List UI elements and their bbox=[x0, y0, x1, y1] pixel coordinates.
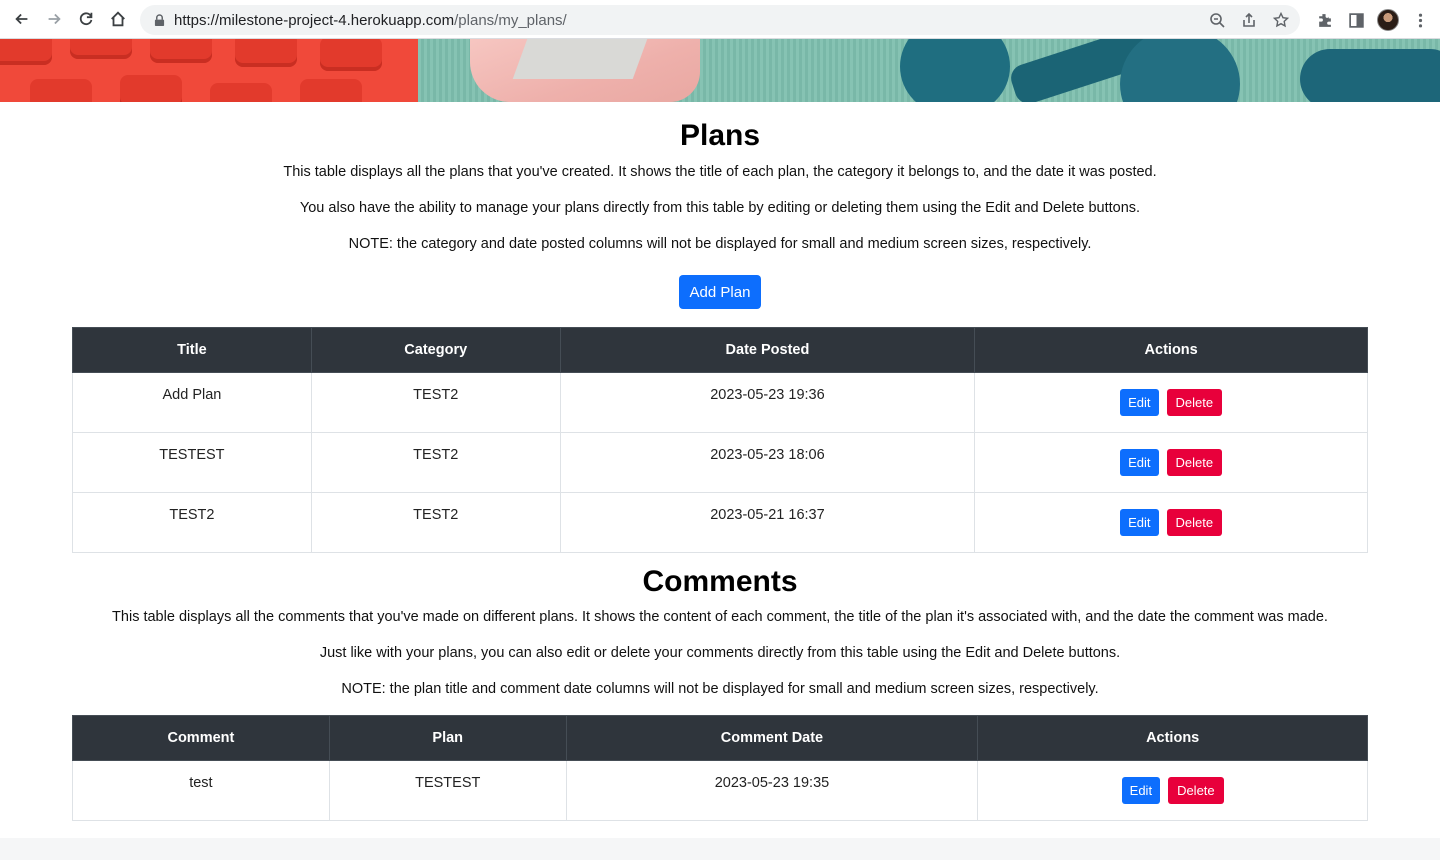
delete-comment-button[interactable]: Delete bbox=[1168, 777, 1224, 804]
plans-table-header: Title Category Date Posted Actions bbox=[72, 327, 1368, 373]
column-header-actions: Actions bbox=[977, 715, 1368, 761]
plans-screen-size-note: NOTE: the category and date posted colum… bbox=[348, 236, 1092, 252]
plan-title-cell: Add Plan bbox=[72, 372, 312, 433]
roller-bump bbox=[210, 83, 272, 102]
plan-title-cell: TESTEST bbox=[72, 432, 312, 493]
zoom-icon[interactable] bbox=[1204, 7, 1230, 33]
table-row: TESTEST TEST2 2023-05-23 18:06 Edit Delet… bbox=[72, 432, 1368, 493]
extensions-icon[interactable] bbox=[1310, 6, 1338, 34]
dumbbell-shape bbox=[1300, 49, 1440, 102]
delete-plan-button[interactable]: Delete bbox=[1166, 509, 1223, 536]
dumbbell-shape bbox=[1120, 39, 1240, 102]
plans-heading: Plans bbox=[679, 119, 761, 152]
url-text: https://milestone-project-4.herokuapp.co… bbox=[174, 12, 567, 29]
plan-date-cell: 2023-05-21 16:37 bbox=[559, 492, 976, 553]
url-host: https://milestone-project-4.herokuapp.co… bbox=[174, 11, 455, 29]
plans-table: Title Category Date Posted Actions Add P… bbox=[72, 327, 1368, 553]
edit-comment-button[interactable]: Edit bbox=[1121, 777, 1161, 804]
column-header-date-posted: Date Posted bbox=[559, 327, 976, 373]
bag-strap-shape bbox=[512, 39, 648, 79]
comments-description: This table displays all the comments tha… bbox=[112, 609, 1328, 625]
comments-manage-note: Just like with your plans, you can also … bbox=[319, 645, 1121, 661]
comment-text-cell: test bbox=[72, 760, 330, 821]
comments-table: Comment Plan Comment Date Actions test T… bbox=[72, 715, 1368, 821]
footer-strip bbox=[0, 838, 1440, 860]
plan-actions-cell: Edit Delete bbox=[974, 432, 1368, 493]
table-row: test TESTEST 2023-05-23 19:35 Edit Delete bbox=[72, 760, 1368, 821]
home-icon[interactable] bbox=[102, 3, 134, 35]
comments-screen-size-note: NOTE: the plan title and comment date co… bbox=[341, 681, 1099, 697]
dumbbell-shape bbox=[900, 39, 1010, 102]
column-header-category: Category bbox=[310, 327, 561, 373]
delete-plan-button[interactable]: Delete bbox=[1166, 449, 1223, 476]
roller-bump bbox=[300, 79, 362, 102]
browser-toolbar: https://milestone-project-4.herokuapp.co… bbox=[0, 0, 1440, 39]
comment-actions-cell: Edit Delete bbox=[977, 760, 1368, 821]
table-row: Add Plan TEST2 2023-05-23 19:36 Edit Dele… bbox=[72, 372, 1368, 433]
roller-bump bbox=[320, 39, 382, 71]
comment-plan-cell: TESTEST bbox=[328, 760, 567, 821]
plan-actions-cell: Edit Delete bbox=[974, 372, 1368, 433]
edit-plan-button[interactable]: Edit bbox=[1120, 449, 1159, 476]
edit-plan-button[interactable]: Edit bbox=[1120, 389, 1159, 416]
bookmark-star-icon[interactable] bbox=[1268, 7, 1294, 33]
roller-bump bbox=[30, 79, 92, 102]
lock-icon[interactable] bbox=[154, 13, 166, 27]
plan-category-cell: TEST2 bbox=[310, 492, 561, 553]
back-icon[interactable] bbox=[6, 3, 38, 35]
plan-date-cell: 2023-05-23 19:36 bbox=[559, 372, 976, 433]
avatar bbox=[1377, 9, 1399, 31]
foam-roller-shape bbox=[0, 39, 418, 102]
side-panel-icon[interactable] bbox=[1342, 6, 1370, 34]
url-path: /plans/my_plans/ bbox=[454, 11, 567, 29]
column-header-plan: Plan bbox=[328, 715, 567, 761]
forward-icon[interactable] bbox=[38, 3, 70, 35]
table-row: TEST2 TEST2 2023-05-21 16:37 Edit Delete bbox=[72, 492, 1368, 553]
column-header-title: Title bbox=[72, 327, 312, 373]
share-icon[interactable] bbox=[1236, 7, 1262, 33]
plan-category-cell: TEST2 bbox=[310, 432, 561, 493]
column-header-actions: Actions bbox=[974, 327, 1368, 373]
roller-bump bbox=[235, 39, 297, 67]
reload-icon[interactable] bbox=[70, 3, 102, 35]
address-bar[interactable]: https://milestone-project-4.herokuapp.co… bbox=[140, 5, 1300, 35]
roller-bump bbox=[0, 39, 52, 65]
roller-bump bbox=[120, 75, 182, 102]
plan-category-cell: TEST2 bbox=[310, 372, 561, 433]
add-plan-button[interactable]: Add Plan bbox=[679, 275, 761, 309]
plan-actions-cell: Edit Delete bbox=[974, 492, 1368, 553]
comment-date-cell: 2023-05-23 19:35 bbox=[565, 760, 979, 821]
delete-plan-button[interactable]: Delete bbox=[1166, 389, 1223, 416]
profile-avatar[interactable] bbox=[1374, 6, 1402, 34]
roller-bump bbox=[70, 39, 132, 59]
hero-banner-image bbox=[0, 39, 1440, 102]
more-menu-icon[interactable] bbox=[1406, 6, 1434, 34]
column-header-comment-date: Comment Date bbox=[565, 715, 979, 761]
plan-date-cell: 2023-05-23 18:06 bbox=[559, 432, 976, 493]
comments-table-header: Comment Plan Comment Date Actions bbox=[72, 715, 1368, 761]
roller-bump bbox=[150, 39, 212, 63]
plans-manage-note: You also have the ability to manage your… bbox=[299, 200, 1141, 216]
plan-title-cell: TEST2 bbox=[72, 492, 312, 553]
edit-plan-button[interactable]: Edit bbox=[1120, 509, 1159, 536]
comments-heading: Comments bbox=[642, 565, 798, 598]
column-header-comment: Comment bbox=[72, 715, 330, 761]
plans-description: This table displays all the plans that y… bbox=[283, 164, 1157, 180]
